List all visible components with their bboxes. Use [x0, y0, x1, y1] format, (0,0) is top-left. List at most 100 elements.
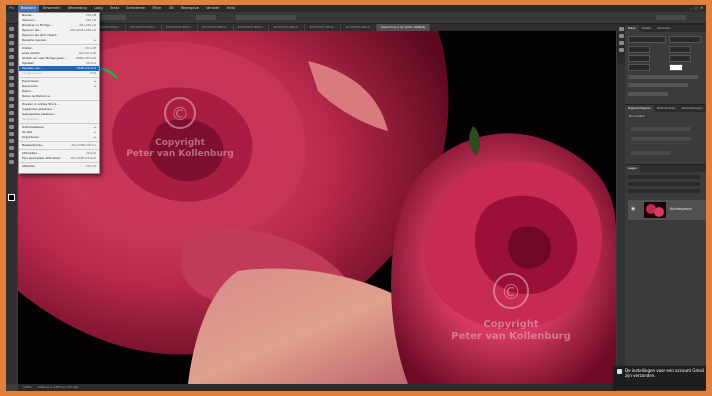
menu-laag[interactable]: Laag	[91, 5, 106, 12]
watermark-symbol: ©	[171, 104, 189, 125]
foreground-color-swatch[interactable]	[8, 194, 15, 201]
watermark-copyright: Copyright	[483, 319, 539, 330]
tab-kleur[interactable]: Kleur	[625, 25, 639, 32]
menu-3d[interactable]: 3D	[166, 5, 177, 12]
dodge-tool-icon[interactable]	[9, 118, 14, 122]
document-canvas[interactable]: © Copyright Peter van Kollenburg © Copyr…	[18, 31, 616, 384]
align-icons[interactable]	[236, 15, 296, 20]
layer-row-achtergrond[interactable]: ◉ Achtergrond	[628, 200, 706, 220]
hand-tool-icon[interactable]	[9, 153, 14, 157]
doc-tab[interactable]: 20191015-IMG4...	[126, 24, 162, 31]
blur-tool-icon[interactable]	[9, 111, 14, 115]
tab-lagen[interactable]: Lagen	[625, 165, 641, 172]
menu-item-label: Bladeren in Bridge...	[22, 23, 53, 27]
menu-item-label: Opslaan	[22, 61, 35, 65]
menu-item-label: Automatiseren	[22, 125, 45, 129]
tools-panel	[6, 24, 17, 384]
menu-bewerken[interactable]: Bewerken	[40, 5, 64, 12]
menu-venster[interactable]: Venster	[203, 5, 223, 12]
character-icon[interactable]	[618, 41, 624, 45]
paragraph-icon[interactable]	[618, 48, 624, 52]
clone-stamp-tool-icon[interactable]	[9, 83, 14, 87]
canvas-size-row[interactable]	[631, 137, 691, 141]
pen-tool-icon[interactable]	[9, 125, 14, 129]
file-menu-item[interactable]: Bestandsinfo... Alt+Shift+Ctrl+I	[19, 143, 99, 148]
workspace-switcher[interactable]	[656, 15, 686, 20]
menu-item-label: Nieuw...	[22, 13, 34, 17]
menu-item-label: Genereren	[22, 84, 38, 88]
file-menu-item[interactable]: Eén exemplaar afdrukken Alt+Shift+Ctrl+P	[19, 156, 99, 161]
vertical-scale-field[interactable]	[628, 64, 650, 71]
zoom-level[interactable]: 100%	[23, 385, 32, 389]
doc-tab-active[interactable]: Naamloos-1 @ 100% (RGB/8)	[377, 24, 431, 31]
menu-selecteren[interactable]: Selecteren	[123, 5, 148, 12]
window-controls[interactable]: – ▢ ✕	[687, 5, 706, 12]
menu-filter[interactable]: Filter	[150, 5, 165, 12]
lock-row[interactable]	[628, 189, 700, 193]
file-menu-item[interactable]: Importeren ▸	[19, 135, 99, 140]
file-menu-item[interactable]: Afsluiten Ctrl+Q	[19, 164, 99, 169]
font-family-field[interactable]	[628, 36, 666, 43]
properties-icon[interactable]	[618, 34, 624, 38]
font-size-field[interactable]	[628, 46, 650, 53]
quick-select-tool-icon[interactable]	[9, 48, 14, 52]
type-style-buttons[interactable]	[628, 75, 698, 79]
history-brush-tool-icon[interactable]	[9, 90, 14, 94]
crop-tool-icon[interactable]	[9, 55, 14, 59]
color-panel-tabs: Kleur Stalen Verlopen	[625, 25, 706, 32]
visibility-eye-icon[interactable]: ◉	[631, 206, 635, 212]
leading-field[interactable]	[669, 46, 691, 53]
tab-bibliotheken[interactable]: Bibliotheken	[654, 106, 679, 110]
marquee-tool-icon[interactable]	[9, 34, 14, 38]
tab-eigenschappen[interactable]: Eigenschappen	[625, 105, 654, 112]
menu-separator	[19, 149, 99, 150]
canvas-size-row[interactable]	[631, 127, 691, 131]
mode-row[interactable]	[631, 151, 671, 155]
doc-tab[interactable]: 20191015-IMG4...	[162, 24, 198, 31]
menu-weergave[interactable]: Weergave	[178, 5, 202, 12]
doc-tab[interactable]: 20191015-IMG4...	[269, 24, 306, 31]
history-icon[interactable]	[618, 27, 624, 31]
menu-afbeelding[interactable]: Afbeelding	[65, 5, 90, 12]
kerning-field[interactable]	[628, 55, 650, 62]
healing-tool-icon[interactable]	[9, 69, 14, 73]
move-tool-icon[interactable]	[9, 27, 14, 31]
doc-tab[interactable]: 20191015-IMG4...	[305, 24, 342, 31]
shape-tool-icon[interactable]	[9, 146, 14, 150]
file-menu-item[interactable]: Delen op Behance...	[19, 94, 99, 99]
ps-logo[interactable]: Ps	[6, 5, 17, 12]
menu-bestand[interactable]: Bestand	[17, 5, 39, 12]
eyedropper-tool-icon[interactable]	[9, 62, 14, 66]
document-info: 2048 px x 1365 px (72 ppi)	[37, 385, 79, 389]
brush-tool-icon[interactable]	[9, 76, 14, 80]
layer-thumbnail-image	[646, 204, 664, 217]
font-style-field[interactable]	[669, 36, 701, 43]
doc-tab[interactable]: 20191015-IMG4...	[234, 24, 270, 31]
color-field[interactable]	[669, 64, 683, 71]
menu-separator	[19, 162, 99, 163]
path-select-tool-icon[interactable]	[9, 139, 14, 143]
menu-help[interactable]: Help	[224, 5, 238, 12]
doc-tab[interactable]: 20191015-IMG4...	[341, 24, 378, 31]
layer-filter-row[interactable]	[628, 175, 700, 179]
type-feature-buttons[interactable]	[628, 83, 688, 87]
type-tool-icon[interactable]	[9, 132, 14, 136]
zoom-tool-icon[interactable]	[9, 160, 14, 164]
tab-aanpassingen[interactable]: Aanpassingen	[679, 106, 706, 110]
menu-item-label: Openen als...	[22, 28, 42, 32]
lasso-tool-icon[interactable]	[9, 41, 14, 45]
file-menu-item[interactable]: Recente openen ▸	[19, 38, 99, 43]
tracking-field[interactable]	[669, 55, 691, 62]
doc-tab[interactable]: 20191015-IMG4...	[198, 24, 234, 31]
tab-verlopen[interactable]: Verlopen	[654, 26, 673, 30]
properties-title: Document	[629, 114, 645, 118]
menu-tekst[interactable]: Tekst	[107, 5, 122, 12]
eraser-tool-icon[interactable]	[9, 97, 14, 101]
menu-item-label: Eén exemplaar afdrukken	[22, 156, 61, 160]
notification-toast[interactable]: De instellingen voor een account Gmail z…	[613, 366, 706, 390]
tab-stalen[interactable]: Stalen	[639, 26, 655, 30]
option-field[interactable]	[196, 15, 216, 20]
blend-mode-row[interactable]	[628, 182, 700, 186]
language-row[interactable]	[628, 92, 668, 96]
gradient-tool-icon[interactable]	[9, 104, 14, 108]
